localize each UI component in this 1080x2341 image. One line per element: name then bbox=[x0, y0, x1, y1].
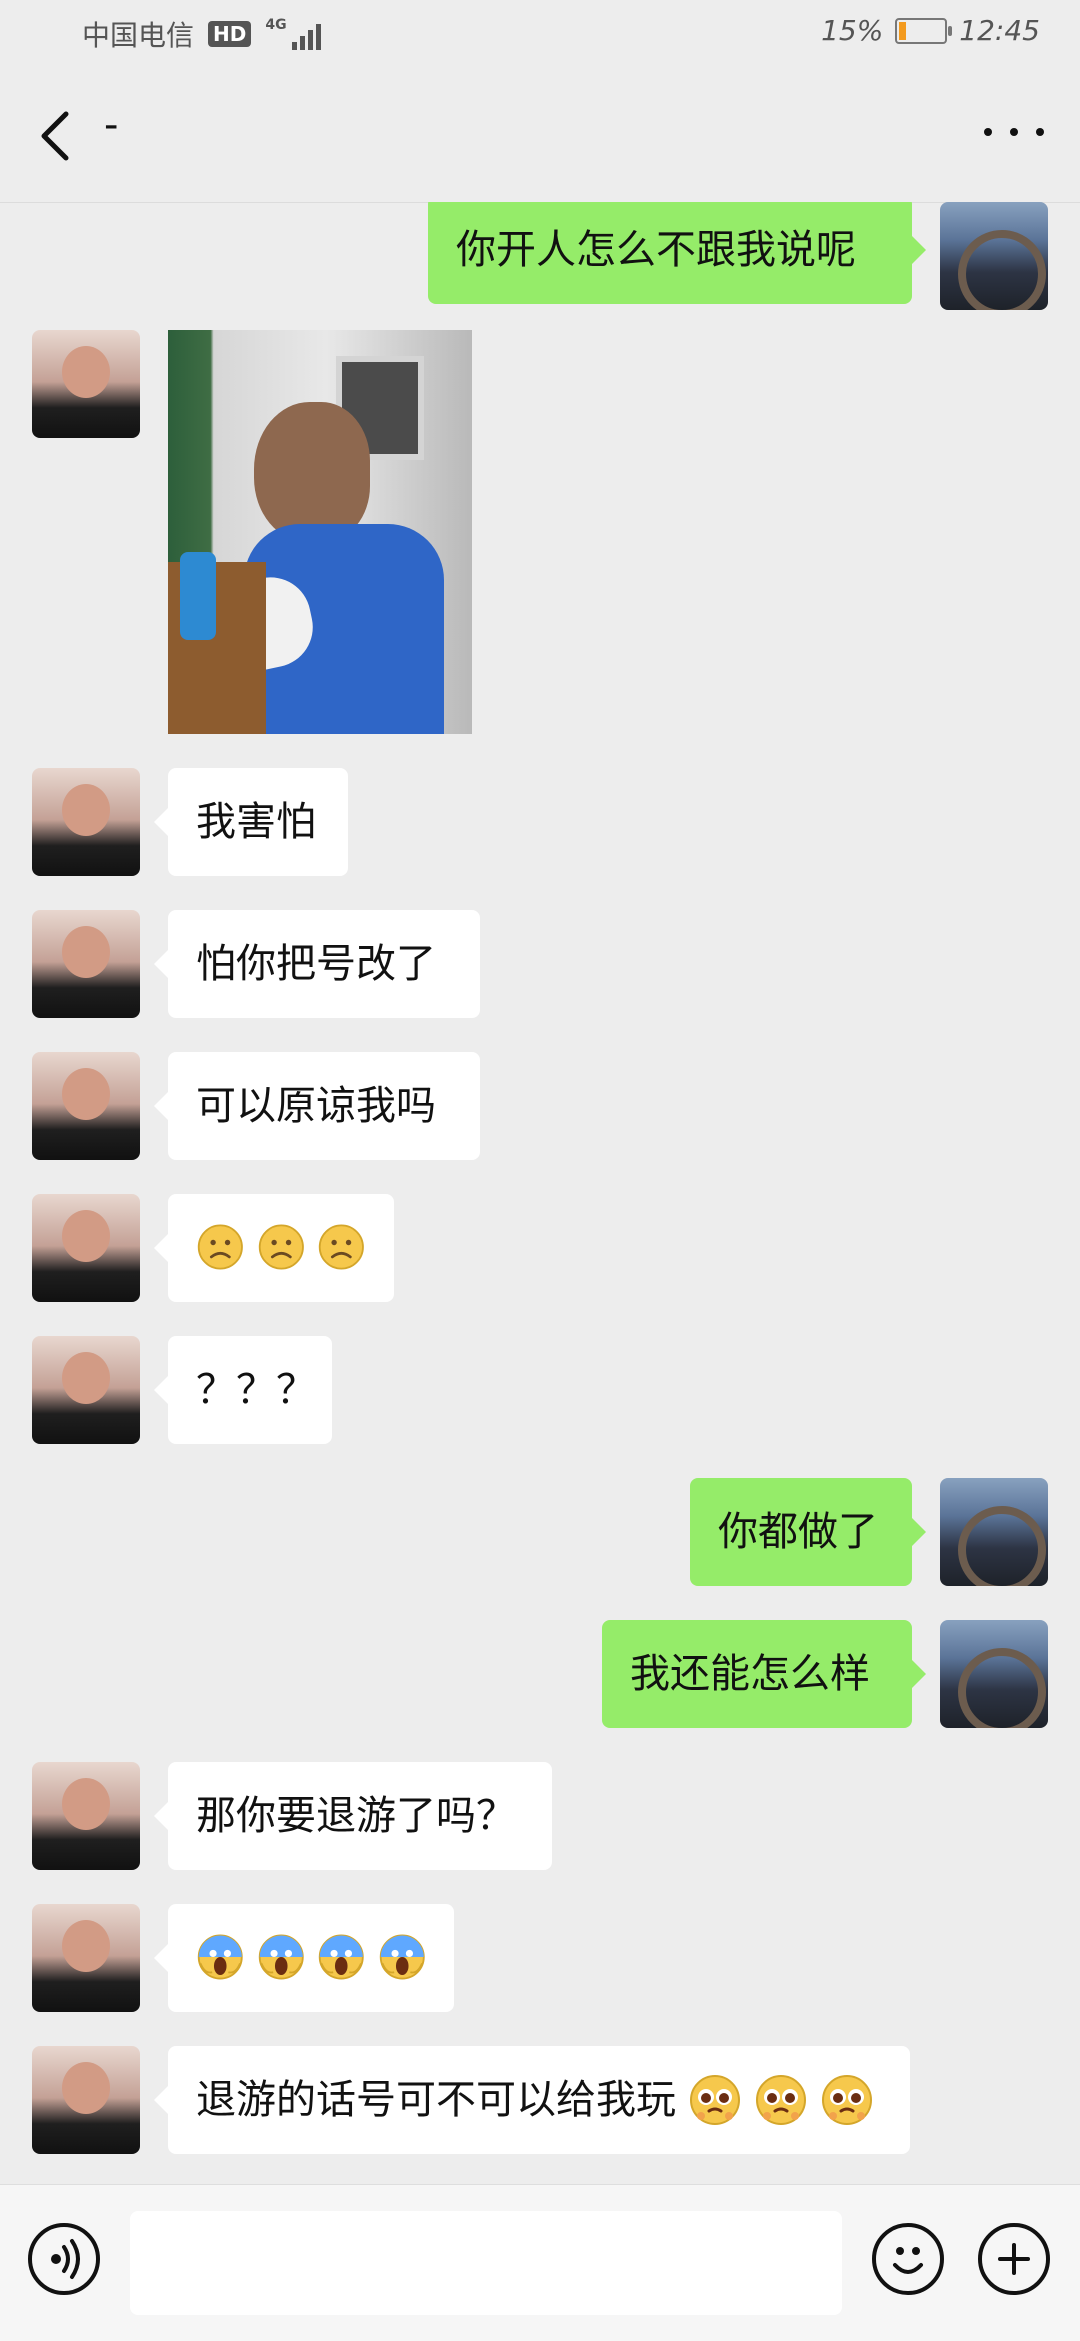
frown-emoji-icon bbox=[197, 1224, 243, 1270]
text-emoji-row: 退游的话号可不可以给我玩 bbox=[196, 2072, 882, 2128]
clock: 12:45 bbox=[959, 14, 1040, 47]
contact-avatar[interactable] bbox=[32, 1762, 140, 1870]
message-bubble[interactable]: 你都做了 bbox=[690, 1478, 926, 1586]
message-bubble[interactable] bbox=[154, 1904, 454, 2012]
avatar-ring bbox=[958, 1648, 1046, 1728]
contact-avatar[interactable] bbox=[32, 1194, 140, 1302]
plus-icon bbox=[998, 2243, 1030, 2275]
message-text: 那你要退游了吗？ bbox=[196, 1793, 516, 1839]
composer-bar bbox=[0, 2184, 1080, 2341]
network-label: 4G bbox=[265, 17, 287, 33]
carrier-label: 中国电信 bbox=[82, 19, 195, 52]
avatar-ring bbox=[958, 1506, 1046, 1586]
signal-bar-3 bbox=[307, 30, 313, 50]
message-text: 怕你把号改了 bbox=[196, 941, 436, 987]
avatar-ring bbox=[958, 230, 1046, 310]
more-dot-1 bbox=[984, 128, 992, 136]
plus-button[interactable] bbox=[978, 2223, 1050, 2295]
message-list[interactable]: 你开人怎么不跟我说呢 我害怕 怕你把号改了 可以原谅我吗 ？？？ 你都做了 我还… bbox=[0, 202, 1080, 2182]
voice-icon bbox=[51, 2239, 80, 2279]
avatar-face bbox=[62, 1778, 110, 1830]
message-bubble[interactable]: 你开人怎么不跟我说呢 bbox=[428, 202, 926, 304]
pleading-emoji-icon bbox=[822, 2075, 872, 2125]
message-bubble[interactable]: 怕你把号改了 bbox=[154, 910, 480, 1018]
message-text: ？？？ bbox=[196, 1367, 316, 1413]
status-right: 15% 12:45 bbox=[821, 14, 1040, 47]
pleading-emoji-icon bbox=[690, 2075, 740, 2125]
pleading-emoji-icon bbox=[756, 2075, 806, 2125]
contact-avatar[interactable] bbox=[32, 1904, 140, 2012]
signal-icon: 4G bbox=[265, 17, 321, 50]
photo-bottle bbox=[180, 552, 216, 640]
avatar-face bbox=[62, 1068, 110, 1120]
hd-badge: HD bbox=[208, 21, 252, 47]
message-text: 我害怕 bbox=[196, 799, 316, 845]
avatar-face bbox=[62, 926, 110, 978]
scream-emoji-icon bbox=[258, 1934, 304, 1980]
message-bubble[interactable]: ？？？ bbox=[154, 1336, 332, 1444]
battery-level bbox=[899, 21, 907, 40]
photo-head bbox=[254, 402, 370, 542]
emoji-row bbox=[196, 1220, 366, 1274]
message-bubble[interactable] bbox=[154, 1194, 394, 1302]
message-bubble[interactable]: 退游的话号可不可以给我玩 bbox=[154, 2046, 910, 2154]
image-message[interactable] bbox=[168, 330, 472, 734]
contact-avatar[interactable] bbox=[32, 330, 140, 438]
smile-icon bbox=[893, 2247, 923, 2274]
battery-icon bbox=[895, 17, 953, 44]
scream-emoji-icon bbox=[197, 1934, 243, 1980]
frown-emoji-icon bbox=[319, 1224, 365, 1270]
message-bubble[interactable]: 可以原谅我吗 bbox=[154, 1052, 480, 1160]
message-text: 我还能怎么样 bbox=[630, 1651, 870, 1697]
signal-bar-2 bbox=[299, 36, 305, 50]
signal-bar-1 bbox=[291, 42, 297, 50]
signal-bar-4 bbox=[315, 24, 321, 50]
chat-header: - bbox=[0, 66, 1080, 203]
frown-emoji-icon bbox=[258, 1224, 304, 1270]
my-avatar[interactable] bbox=[940, 1478, 1048, 1586]
avatar-face bbox=[62, 1210, 110, 1262]
message-bubble[interactable]: 我还能怎么样 bbox=[602, 1620, 926, 1728]
message-input[interactable] bbox=[130, 2211, 842, 2315]
message-text: 你都做了 bbox=[718, 1509, 878, 1555]
avatar-face bbox=[62, 1352, 110, 1404]
avatar-face bbox=[62, 346, 110, 398]
message-bubble[interactable]: 那你要退游了吗？ bbox=[154, 1762, 552, 1870]
scream-emoji-icon bbox=[379, 1934, 425, 1980]
contact-avatar[interactable] bbox=[32, 910, 140, 1018]
status-left: 中国电信 HD 4G bbox=[82, 14, 321, 54]
contact-avatar[interactable] bbox=[32, 1336, 140, 1444]
message-text: 退游的话号可不可以给我玩 bbox=[196, 2077, 676, 2123]
message-text: 你开人怎么不跟我说呢 bbox=[456, 227, 856, 273]
message-text: 可以原谅我吗 bbox=[196, 1083, 436, 1129]
status-bar: 中国电信 HD 4G 15% 12:45 bbox=[0, 0, 1080, 66]
chat-title: - bbox=[104, 102, 119, 148]
avatar-face bbox=[62, 1920, 110, 1972]
more-dot-2 bbox=[1010, 128, 1018, 136]
my-avatar[interactable] bbox=[940, 202, 1048, 310]
more-dot-3 bbox=[1036, 128, 1044, 136]
more-button[interactable] bbox=[984, 114, 1044, 150]
voice-button[interactable] bbox=[28, 2223, 100, 2295]
scream-emoji-icon bbox=[318, 1934, 364, 1980]
back-button[interactable] bbox=[32, 106, 82, 166]
emoji-button[interactable] bbox=[872, 2223, 944, 2295]
contact-avatar[interactable] bbox=[32, 2046, 140, 2154]
contact-avatar[interactable] bbox=[32, 768, 140, 876]
my-avatar[interactable] bbox=[940, 1620, 1048, 1728]
avatar-face bbox=[62, 2062, 110, 2114]
back-arrow-icon bbox=[41, 111, 69, 161]
message-bubble[interactable]: 我害怕 bbox=[154, 768, 348, 876]
contact-avatar[interactable] bbox=[32, 1052, 140, 1160]
emoji-row bbox=[196, 1930, 426, 1984]
battery-percent: 15% bbox=[821, 14, 884, 47]
avatar-face bbox=[62, 784, 110, 836]
